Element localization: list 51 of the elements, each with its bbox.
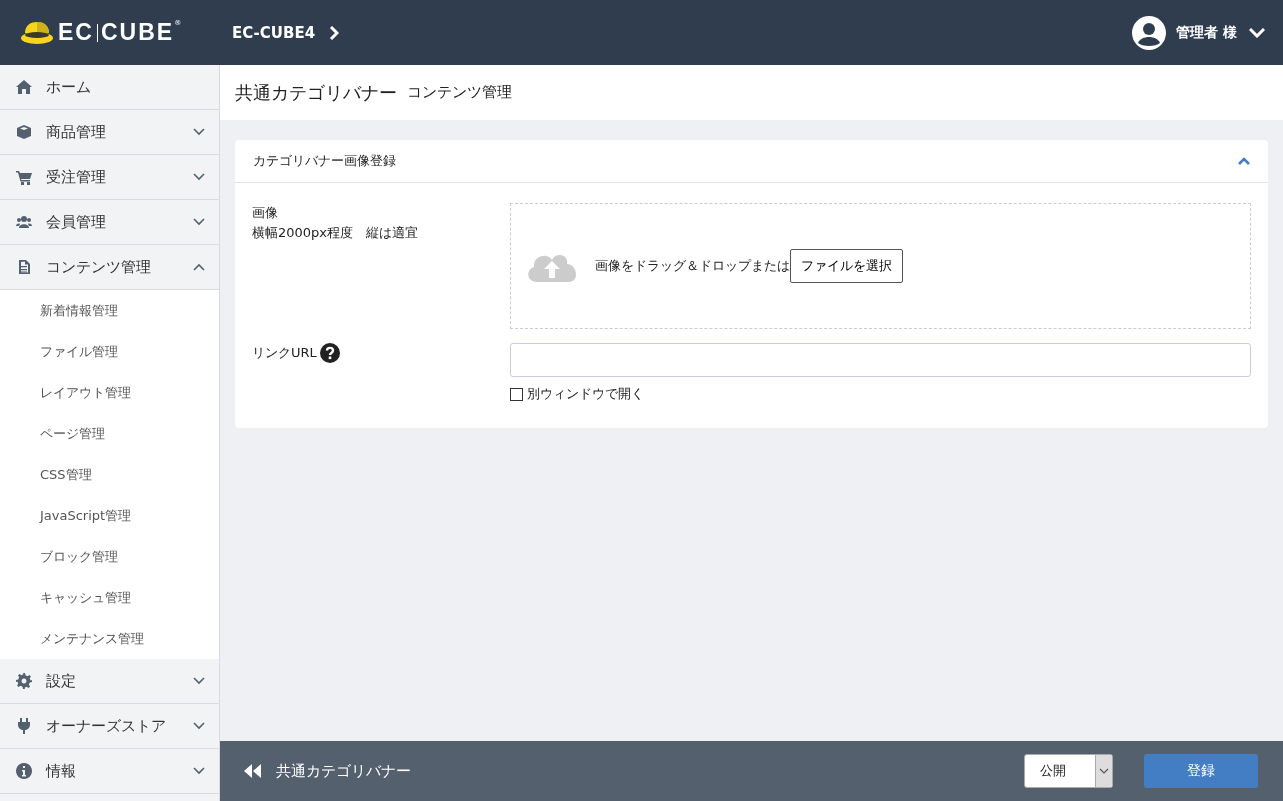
sidebar-item[interactable]: 会員管理 [0,200,219,245]
sidebar-item[interactable]: 情報 [0,749,219,794]
field-label: 画像 [252,204,279,222]
gear-icon [16,673,32,689]
submenu-item[interactable]: メンテナンス管理 [0,618,219,659]
chevron-down-icon[interactable] [1249,27,1265,38]
home-icon [16,79,32,95]
sidebar-item[interactable]: オーナーズストア [0,704,219,749]
submenu-item[interactable]: キャッシュ管理 [0,577,219,618]
submenu-item[interactable]: ブロック管理 [0,536,219,577]
double-left-arrow-icon[interactable] [244,764,262,778]
drop-instruction: 画像をドラッグ＆ドロップまたは [595,257,790,275]
help-icon[interactable] [319,343,340,363]
file-icon [16,259,32,275]
submenu-item[interactable]: レイアウト管理 [0,372,219,413]
status-select[interactable]: 公開 [1024,754,1113,788]
submenu-item[interactable]: CSS管理 [0,454,219,495]
checkbox[interactable] [510,387,523,401]
cart-icon [16,169,32,185]
logo-text: EC [58,19,94,46]
drop-zone[interactable]: 画像をドラッグ＆ドロップまたは ファイルを選択 [510,203,1251,329]
caret-icon [1099,768,1109,774]
register-button[interactable]: 登録 [1144,754,1258,788]
submenu-item[interactable]: JavaScript管理 [0,495,219,536]
card-title: カテゴリバナー画像登録 [253,152,396,170]
users-icon [16,214,32,230]
page-subtitle: コンテンツ管理 [407,83,512,102]
sidebar-item[interactable]: ホーム [0,65,219,110]
user-avatar-icon [1132,15,1167,50]
plug-icon [16,718,32,734]
submenu-item[interactable]: ページ管理 [0,413,219,454]
file-select-button[interactable]: ファイルを選択 [790,249,903,283]
field-hint: 横幅2000px程度 縦は適宜 [252,224,420,242]
submenu-item[interactable]: 新着情報管理 [0,290,219,331]
sidebar-item[interactable]: 受注管理 [0,155,219,200]
sidebar-item[interactable]: 設定 [0,659,219,704]
checkbox-label[interactable]: 別ウィンドウで開く [527,385,644,403]
info-icon [16,763,32,779]
url-input-field[interactable] [510,343,1251,377]
chevron-right-icon [329,25,340,40]
site-link[interactable]: EC-CUBE4 [232,23,316,42]
logo-text: CUBE [100,19,175,46]
submenu-item[interactable]: ファイル管理 [0,331,219,372]
back-link[interactable]: 共通カテゴリバナー [276,761,411,781]
user-name[interactable]: 管理者 様 [1176,23,1237,42]
hat-logo-icon [20,19,54,46]
sidebar-item[interactable]: 商品管理 [0,110,219,155]
field-label: リンクURL [252,344,317,362]
cube-icon [16,124,32,140]
chevron-up-icon[interactable] [1238,157,1250,165]
page-title: 共通カテゴリバナー [235,80,397,105]
